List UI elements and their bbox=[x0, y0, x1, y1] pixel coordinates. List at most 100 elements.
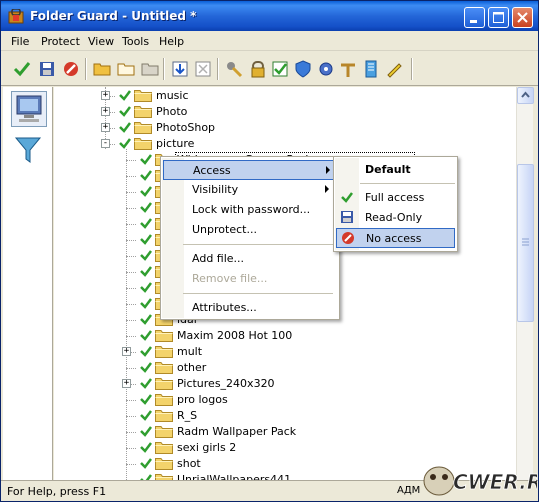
app-window: Folder Guard - Untitled * File Protect V… bbox=[0, 0, 539, 502]
tree-item-label: Pictures_240x320 bbox=[177, 377, 275, 390]
context-menu-item[interactable]: Unprotect... bbox=[163, 220, 337, 240]
submenu-item[interactable]: Full access bbox=[336, 188, 455, 208]
tree-expander[interactable]: + bbox=[101, 91, 110, 100]
close-icon bbox=[517, 12, 528, 23]
tree-line bbox=[126, 288, 136, 289]
context-menu-item[interactable]: Lock with password... bbox=[163, 200, 337, 220]
toolbar-separator bbox=[411, 58, 413, 80]
green-check-icon bbox=[140, 298, 152, 309]
check-icon[interactable] bbox=[13, 60, 31, 78]
book-icon[interactable] bbox=[362, 60, 380, 78]
menu-bar: File Protect View Tools Help bbox=[1, 31, 538, 51]
folder-icon bbox=[155, 474, 173, 480]
green-check-icon bbox=[119, 106, 131, 117]
tree-item-label: UnrialWallpapers441 bbox=[177, 473, 292, 480]
title-bar[interactable]: Folder Guard - Untitled * bbox=[1, 1, 538, 31]
watermark-text: CWER.RU bbox=[453, 470, 537, 494]
tree-line bbox=[126, 400, 136, 401]
folder-icon bbox=[155, 378, 173, 390]
toolbar bbox=[1, 52, 538, 86]
submenu-item[interactable]: Read-Only bbox=[336, 208, 455, 228]
tree-line bbox=[126, 272, 136, 273]
status-right-text: АДМ bbox=[397, 485, 421, 496]
gear-icon[interactable] bbox=[317, 60, 335, 78]
export-icon[interactable] bbox=[194, 60, 212, 78]
menu-item-label: Lock with password... bbox=[192, 203, 311, 216]
tree-item-label: shot bbox=[177, 457, 201, 470]
submenu-arrow-icon bbox=[326, 166, 330, 174]
toolbar-separator bbox=[85, 58, 87, 80]
minimize-button[interactable] bbox=[464, 7, 485, 28]
no-access-icon bbox=[341, 231, 355, 248]
green-check-icon bbox=[140, 170, 152, 181]
folder-gray-icon[interactable] bbox=[141, 60, 159, 78]
tree-line bbox=[126, 208, 136, 209]
tree-expander[interactable]: + bbox=[122, 347, 131, 356]
menu-separator bbox=[183, 244, 333, 245]
lock-icon[interactable] bbox=[249, 60, 267, 78]
green-check-icon bbox=[140, 282, 152, 293]
computer-view-button[interactable] bbox=[11, 91, 47, 127]
green-check-icon bbox=[140, 410, 152, 421]
checkmark-box-icon[interactable] bbox=[271, 60, 289, 78]
vertical-scrollbar[interactable] bbox=[516, 87, 534, 480]
green-check-icon bbox=[119, 122, 131, 133]
tree-line bbox=[126, 432, 136, 433]
green-check-icon bbox=[340, 190, 354, 207]
menu-help[interactable]: Help bbox=[159, 35, 184, 48]
submenu-item[interactable]: Default bbox=[336, 160, 455, 180]
pencil-icon[interactable] bbox=[385, 60, 403, 78]
submenu-item[interactable]: No access bbox=[336, 228, 455, 248]
scroll-thumb[interactable] bbox=[517, 164, 534, 322]
green-check-icon bbox=[119, 90, 131, 101]
key-icon[interactable] bbox=[339, 60, 357, 78]
tree-expander[interactable]: + bbox=[122, 379, 131, 388]
folder-icon bbox=[155, 442, 173, 454]
save-icon[interactable] bbox=[38, 60, 56, 78]
shield-icon[interactable] bbox=[294, 60, 312, 78]
menu-protect[interactable]: Protect bbox=[41, 35, 80, 48]
tree-item-label: Radm Wallpaper Pack bbox=[177, 425, 297, 438]
tree-line bbox=[126, 448, 136, 449]
menu-file[interactable]: File bbox=[11, 35, 29, 48]
menu-item-label: No access bbox=[366, 232, 422, 245]
folder-icon bbox=[155, 458, 173, 470]
menu-item-label: Unprotect... bbox=[192, 223, 257, 236]
computer-icon bbox=[16, 95, 42, 122]
context-menu-item[interactable]: Attributes... bbox=[163, 298, 337, 318]
folder-open-icon[interactable] bbox=[117, 60, 135, 78]
access-submenu: Default Full access Read-Only No access bbox=[333, 156, 458, 252]
menu-tools[interactable]: Tools bbox=[122, 35, 149, 48]
scroll-up-button[interactable] bbox=[517, 87, 534, 104]
green-check-icon bbox=[140, 474, 152, 480]
menu-item-label: Remove file... bbox=[192, 272, 268, 285]
context-menu: Access Visibility Lock with password... Unp… bbox=[160, 156, 340, 320]
tree-line bbox=[126, 320, 136, 321]
green-check-icon bbox=[140, 154, 152, 165]
green-check-icon bbox=[140, 234, 152, 245]
toolbar-separator bbox=[163, 58, 165, 80]
context-menu-item[interactable]: Access bbox=[163, 160, 337, 180]
stop-icon[interactable] bbox=[62, 60, 80, 78]
tree-expander[interactable]: + bbox=[101, 107, 110, 116]
folder-icon[interactable] bbox=[93, 60, 111, 78]
folder-guard-app-icon bbox=[8, 9, 24, 24]
tree-expander[interactable]: + bbox=[101, 123, 110, 132]
filter-icon bbox=[14, 137, 42, 163]
import-icon[interactable] bbox=[171, 60, 189, 78]
context-menu-item[interactable]: Visibility bbox=[163, 180, 337, 200]
tree-line bbox=[126, 160, 136, 161]
close-button[interactable] bbox=[512, 7, 533, 28]
green-check-icon bbox=[140, 394, 152, 405]
green-check-icon bbox=[119, 138, 131, 149]
filter-view-button[interactable] bbox=[11, 133, 47, 169]
maximize-button[interactable] bbox=[488, 7, 509, 28]
green-check-icon bbox=[140, 314, 152, 325]
green-check-icon bbox=[140, 218, 152, 229]
menu-view[interactable]: View bbox=[88, 35, 114, 48]
context-menu-item[interactable]: Add file... bbox=[163, 249, 337, 269]
green-check-icon bbox=[140, 362, 152, 373]
tree-expander[interactable]: - bbox=[101, 139, 110, 148]
tree-item-label: other bbox=[177, 361, 207, 374]
tools-icon[interactable] bbox=[225, 60, 243, 78]
